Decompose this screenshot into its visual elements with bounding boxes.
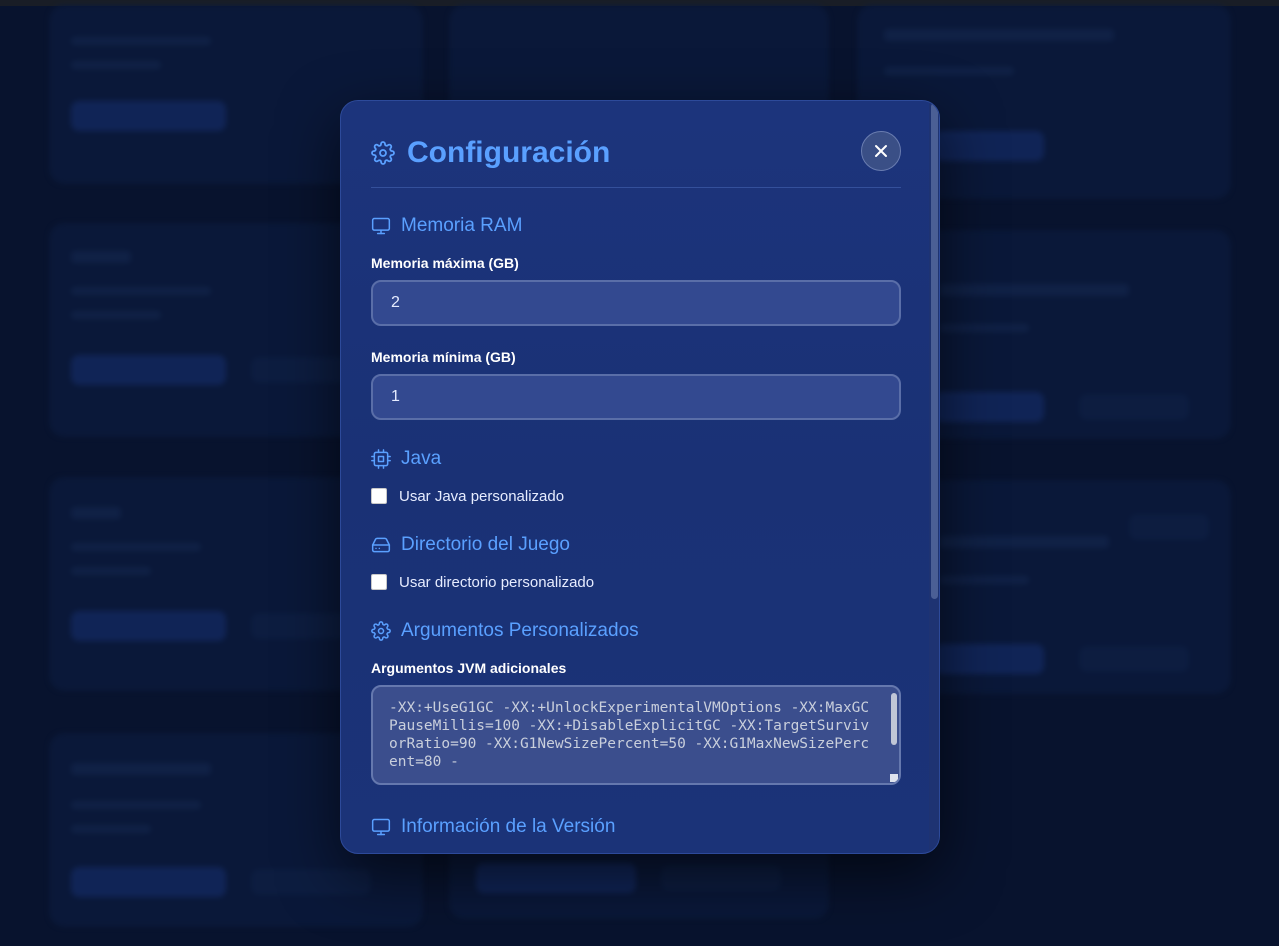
cpu-icon: [371, 449, 391, 469]
max-memory-label: Memoria máxima (GB): [371, 255, 519, 271]
section-version-info-title: Información de la Versión: [401, 816, 616, 837]
close-button[interactable]: [861, 131, 901, 171]
monitor-icon: [371, 217, 391, 235]
min-memory-label: Memoria mínima (GB): [371, 349, 516, 365]
jvm-args-label: Argumentos JVM adicionales: [371, 660, 567, 676]
max-memory-input[interactable]: 2: [371, 280, 901, 326]
textarea-resize-handle[interactable]: [890, 774, 898, 782]
hard-drive-icon: [371, 537, 391, 553]
jvm-args-value: -XX:+UseG1GC -XX:+UnlockExperimentalVMOp…: [389, 700, 870, 770]
gear-icon: [371, 141, 395, 165]
modal-scrollbar[interactable]: [929, 101, 939, 853]
custom-directory-label: Usar directorio personalizado: [399, 574, 595, 591]
custom-directory-checkbox[interactable]: [371, 574, 387, 590]
section-custom-arguments-title: Argumentos Personalizados: [401, 620, 639, 641]
custom-java-checkbox[interactable]: [371, 488, 387, 504]
modal-title: Configuración: [407, 136, 611, 169]
custom-java-label: Usar Java personalizado: [399, 488, 565, 505]
section-game-directory-title: Directorio del Juego: [401, 534, 570, 555]
gear-icon: [371, 621, 391, 641]
section-ram-title: Memoria RAM: [401, 215, 523, 236]
close-icon: [875, 145, 887, 157]
modal-header: Configuración: [371, 131, 901, 188]
section-java-title: Java: [401, 448, 442, 469]
modal-scrollbar-thumb[interactable]: [931, 103, 938, 599]
jvm-args-textarea[interactable]: -XX:+UseG1GC -XX:+UnlockExperimentalVMOp…: [371, 685, 901, 785]
textarea-scrollbar[interactable]: [891, 693, 897, 745]
min-memory-input[interactable]: 1: [371, 374, 901, 420]
monitor-icon: [371, 818, 391, 836]
settings-modal: Configuración Memoria RAM Memoria máxima…: [340, 100, 940, 854]
